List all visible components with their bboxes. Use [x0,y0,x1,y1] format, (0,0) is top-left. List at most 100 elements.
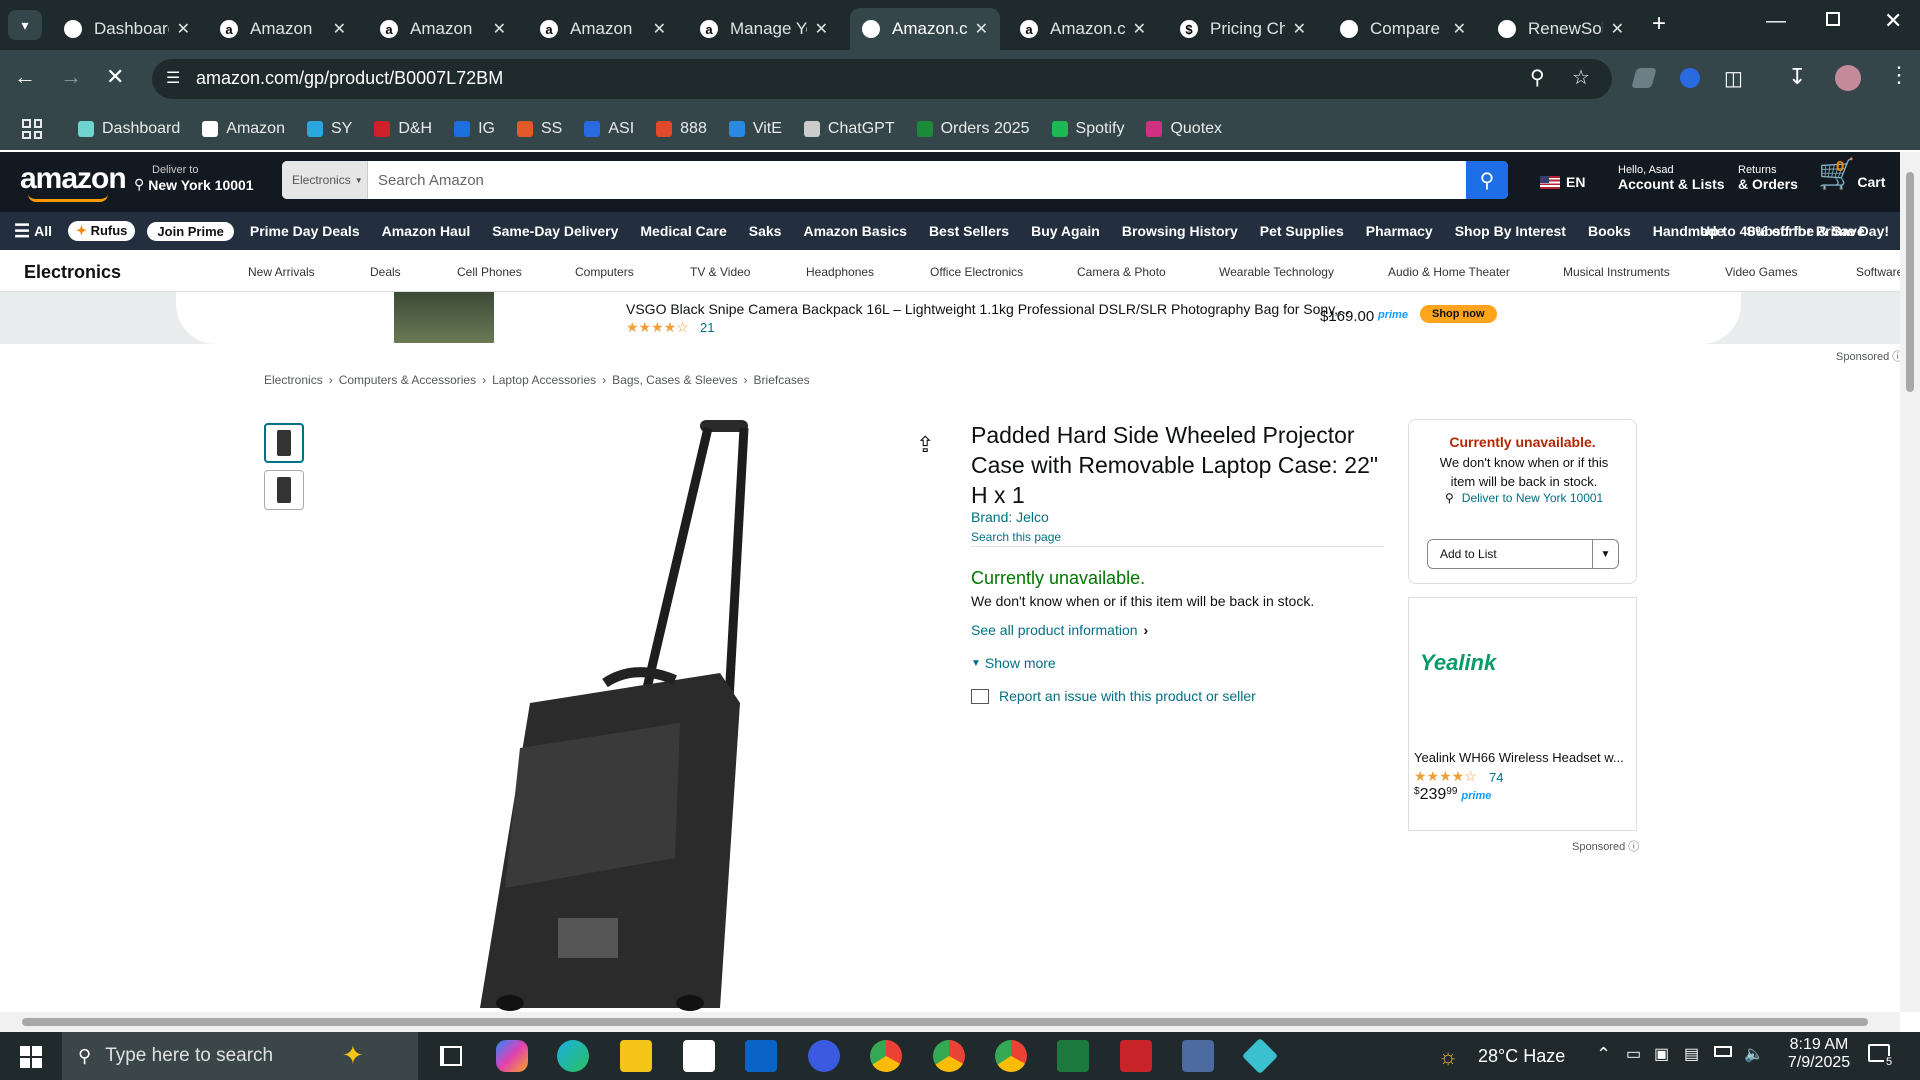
outlook-app-icon[interactable] [745,1040,777,1072]
join-prime-button[interactable]: Join Prime [147,221,234,241]
camera-icon[interactable]: ▣ [1654,1044,1669,1064]
ad-banner-image[interactable] [394,292,494,343]
calculator-app-icon[interactable] [1182,1040,1214,1072]
bookmark-item[interactable]: Dashboard [78,120,180,138]
nav-item[interactable]: Prime Day Deals [250,223,360,239]
report-issue-link[interactable]: Report an issue with this product or sel… [971,688,1256,704]
share-icon[interactable]: ⇪ [916,432,934,458]
profile-avatar[interactable] [1835,65,1861,91]
side-ad-title[interactable]: Yealink WH66 Wireless Headset w... [1414,750,1624,765]
windows-start-icon[interactable] [20,1046,42,1068]
taskbar-search[interactable]: ⚲ Type here to search ✦ [62,1032,418,1080]
sponsored-label[interactable]: Sponsored ⓘ [1836,348,1903,364]
browser-tab[interactable]: RenewSolu ✕ [1486,8,1636,50]
downloads-icon[interactable]: ↧ [1788,64,1806,90]
site-info-icon[interactable]: ☰ [166,68,180,88]
browser-tab[interactable]: Amazon.co ✕ [850,8,1000,50]
close-tab-icon[interactable]: ✕ [653,19,666,39]
subnav-item[interactable]: Wearable Technology [1219,265,1334,279]
nav-item[interactable]: Pet Supplies [1260,223,1344,239]
filezilla-app-icon[interactable] [1120,1040,1152,1072]
omnibox[interactable]: ☰ amazon.com/gp/product/B0007L72BM ⚲ ☆ [152,59,1612,99]
browser-tab[interactable]: $ Pricing Ch ✕ [1168,8,1318,50]
bookmark-item[interactable]: ASI [584,120,634,138]
chrome-app-icon-3[interactable] [995,1040,1027,1072]
bookmark-item[interactable]: Orders 2025 [916,120,1030,138]
clock[interactable]: 8:19 AM 7/9/2025 [1778,1036,1860,1072]
bookmark-item[interactable]: Amazon [202,120,285,138]
nav-item[interactable]: Amazon Basics [803,223,906,239]
chevron-down-icon[interactable]: ▼ [1592,540,1618,568]
stop-loading-icon[interactable]: ✕ [106,64,124,90]
nav-item[interactable]: Buy Again [1031,223,1100,239]
buybox-deliver[interactable]: ⚲ Deliver to New York 10001 [1445,491,1603,505]
subnav-item[interactable]: Camera & Photo [1077,265,1166,279]
minimize-button[interactable]: — [1766,10,1786,33]
breadcrumb-link[interactable]: Bags, Cases & Sleeves [612,373,737,387]
main-product-image[interactable] [460,418,820,1012]
apps-grid-icon[interactable] [22,119,42,139]
browser-tab[interactable]: a Amazon ✕ [208,8,358,50]
subnav-item[interactable]: Musical Instruments [1563,265,1670,279]
horizontal-scrollbar[interactable] [0,1012,1900,1032]
nav-promo[interactable]: Up to 40% off for Prime Day! [1700,223,1889,239]
add-to-list-button[interactable]: Add to List ▼ [1427,539,1619,569]
weather-text[interactable]: 28°C Haze [1478,1046,1565,1067]
side-ad[interactable]: Yealink Yealink WH66 Wireless Headset w.… [1408,597,1637,831]
amazon-logo[interactable]: amazon [20,162,127,196]
rufus-button[interactable]: ✦ Rufus [68,221,136,241]
display-icon[interactable]: ▤ [1684,1044,1699,1064]
weather-icon[interactable]: ☼ [1438,1044,1458,1070]
store-app-icon[interactable] [683,1040,715,1072]
nav-item[interactable]: Shop By Interest [1455,223,1566,239]
breadcrumb-link[interactable]: Briefcases [754,373,810,387]
bookmark-item[interactable]: SY [306,120,352,138]
subnav-item[interactable]: Video Games [1725,265,1798,279]
bookmark-item[interactable]: 888 [656,120,707,138]
breadcrumb-link[interactable]: Laptop Accessories [492,373,596,387]
thumbnail-2[interactable] [264,470,304,510]
volume-icon[interactable]: 🔈 [1744,1044,1764,1064]
edge-app-icon[interactable] [557,1040,589,1072]
subnav-item[interactable]: Software [1856,265,1903,279]
back-icon[interactable]: ← [14,64,36,90]
thumbnail-1[interactable] [264,423,304,463]
nav-item[interactable]: Pharmacy [1366,223,1433,239]
nav-item[interactable]: Best Sellers [929,223,1009,239]
deliver-to-block[interactable]: Deliver to ⚲ New York 10001 [134,164,254,193]
see-all-info-link[interactable]: See all product information › [971,622,1148,638]
nav-item[interactable]: Same-Day Delivery [492,223,618,239]
browser-tab[interactable]: a Amazon ✕ [528,8,678,50]
battery-icon[interactable] [1714,1046,1732,1057]
scrollbar-thumb[interactable] [1906,172,1914,392]
search-button[interactable]: ⚲ [1466,161,1508,199]
subnav-item[interactable]: Deals [370,265,401,279]
url-text[interactable]: amazon.com/gp/product/B0007L72BM [196,68,503,89]
ad-banner-reviews[interactable]: 21 [700,320,714,335]
tray-chevron-icon[interactable]: ⌃ [1596,1044,1611,1065]
browser-menu-icon[interactable]: ⋮ [1888,62,1910,88]
search-category-select[interactable]: Electronics ▼ [282,161,368,199]
subnav-item[interactable]: Office Electronics [930,265,1023,279]
tab-list-dropdown-icon[interactable]: ▾ [8,10,42,40]
nav-item[interactable]: Browsing History [1122,223,1238,239]
excel-app-icon[interactable] [1057,1040,1089,1072]
bookmark-item[interactable]: SS [517,120,562,138]
close-tab-icon[interactable]: ✕ [333,19,346,39]
browser-tab[interactable]: a Amazon.co ✕ [1008,8,1158,50]
vertical-scrollbar[interactable] [1900,152,1920,1012]
browser-tab[interactable]: Compare (✕ [1328,8,1478,50]
returns-orders[interactable]: Returns & Orders [1738,164,1798,192]
chrome-app-icon-1[interactable] [870,1040,902,1072]
side-ad-sponsored[interactable]: Sponsored ⓘ [1572,838,1639,854]
chrome-app-icon-2[interactable] [933,1040,965,1072]
bookmark-item[interactable]: ChatGPT [803,120,895,138]
forward-icon[interactable]: → [60,64,82,90]
close-tab-icon[interactable]: ✕ [1293,19,1306,39]
ad-banner[interactable]: VSGO Black Snipe Camera Backpack 16L – L… [176,292,1741,344]
browser-tab[interactable]: a Amazon ✕ [368,8,518,50]
close-tab-icon[interactable]: ✕ [1611,19,1624,39]
search-input[interactable]: Search Amazon [368,161,1466,199]
network-icon[interactable]: ▭ [1626,1044,1641,1064]
nav-item[interactable]: Medical Care [640,223,726,239]
